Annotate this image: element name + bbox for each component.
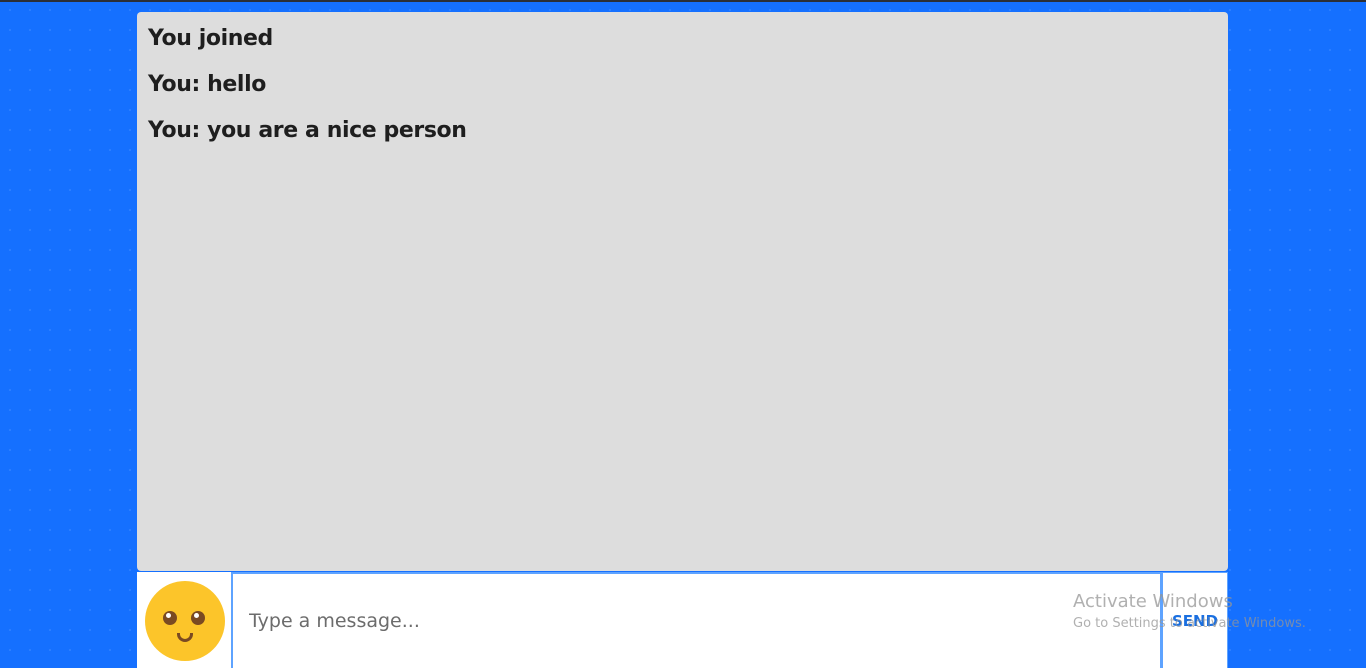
- chat-log: You joined You: hello You: you are a nic…: [137, 12, 1228, 571]
- emoji-mouth: [177, 633, 193, 642]
- chat-message: You joined: [148, 26, 273, 51]
- window-top-edge: [0, 0, 1366, 2]
- send-button[interactable]: SEND: [1162, 572, 1228, 668]
- message-composer: SEND: [137, 572, 1228, 668]
- message-input[interactable]: [231, 572, 1162, 668]
- emoji-right-eye: [191, 611, 205, 625]
- chat-message: You: you are a nice person: [148, 118, 467, 143]
- smiley-face-icon[interactable]: [145, 581, 225, 661]
- emoji-left-eye: [163, 611, 177, 625]
- chat-message: You: hello: [148, 72, 266, 97]
